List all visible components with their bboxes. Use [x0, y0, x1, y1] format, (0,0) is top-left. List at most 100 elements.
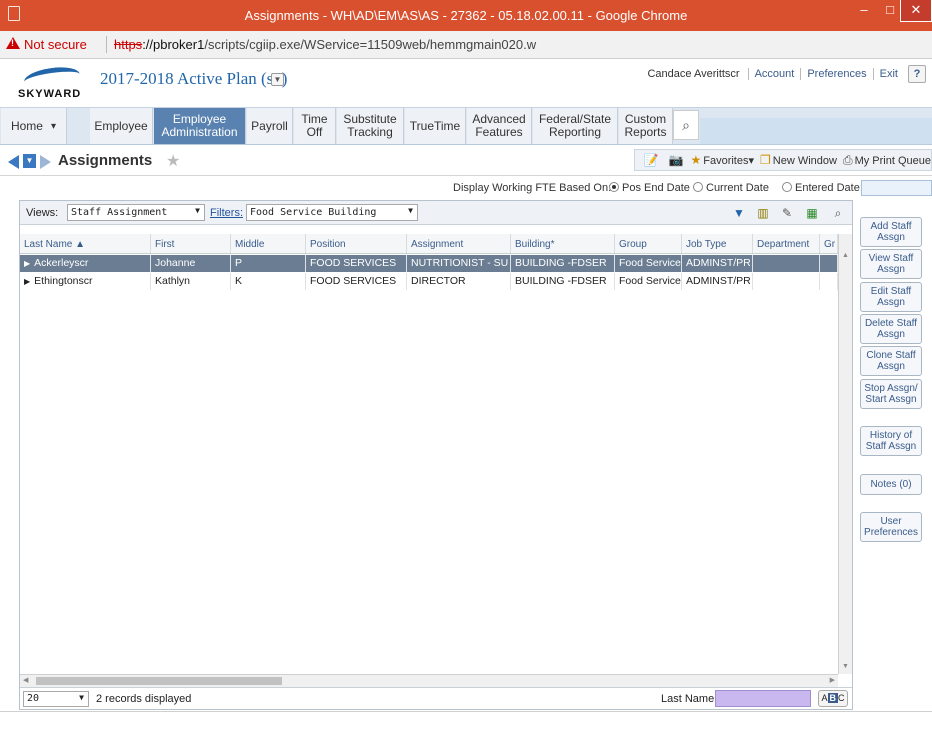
edit-grid-icon[interactable]: ✎ — [779, 205, 795, 221]
views-select[interactable]: Staff Assignment ▼ — [67, 204, 205, 221]
warning-icon[interactable] — [6, 37, 20, 49]
col-building[interactable]: Building* — [511, 234, 615, 253]
nav-home-label: Home — [10, 118, 43, 133]
nav-substitute-tracking[interactable]: Substitute Tracking — [337, 108, 404, 144]
nav-home[interactable]: Home ▾ — [1, 108, 67, 144]
col-assignment[interactable]: Assignment — [407, 234, 511, 253]
notes-edit-icon[interactable]: 📝 — [643, 152, 660, 168]
entered-date-radio[interactable]: Entered Date: — [782, 182, 863, 194]
cell-first: Johanne — [151, 255, 231, 272]
preferences-link[interactable]: Preferences — [800, 68, 872, 80]
col-job-type[interactable]: Job Type — [682, 234, 753, 253]
scroll-right-icon[interactable]: ▶ — [830, 676, 835, 684]
new-window-link[interactable]: ❐ New Window — [760, 153, 837, 167]
page-title: Assignments — [58, 152, 153, 169]
stop-start-assgn-button[interactable]: Stop Assgn/ Start Assgn — [860, 379, 922, 409]
user-preferences-button[interactable]: User Preferences — [860, 512, 922, 542]
account-link[interactable]: Account — [747, 68, 801, 80]
nav-employee-administration[interactable]: Employee Administration — [154, 108, 246, 144]
forward-arrow-icon[interactable] — [40, 155, 51, 169]
expand-row-icon[interactable]: ▶ — [24, 259, 30, 268]
current-date-label: Current Date — [706, 182, 769, 194]
col-first[interactable]: First — [151, 234, 231, 253]
clone-staff-assgn-button[interactable]: Clone Staff Assgn — [860, 346, 922, 376]
minimize-button[interactable]: – — [850, 0, 878, 22]
print-preview-icon[interactable]: ⌕ — [830, 205, 846, 221]
favorites-menu[interactable]: ★ Favorites▾ — [690, 153, 754, 167]
table-row[interactable]: ▶ Ethingtonscr Kathlyn K FOOD SERVICES DI… — [20, 273, 838, 290]
add-staff-assgn-button[interactable]: Add Staff Assgn — [860, 217, 922, 247]
edit-staff-assgn-button[interactable]: Edit Staff Assgn — [860, 282, 922, 312]
history-staff-assgn-button[interactable]: History of Staff Assgn — [860, 426, 922, 456]
nav-payroll[interactable]: Payroll — [247, 108, 293, 144]
exit-link[interactable]: Exit — [872, 68, 904, 80]
notes-button[interactable]: Notes (0) — [860, 474, 922, 495]
col-gr[interactable]: Gr — [820, 234, 838, 253]
nav-employee[interactable]: Employee — [90, 108, 153, 144]
filters-select[interactable]: Food Service Building ▼ — [246, 204, 418, 221]
plan-dropdown-icon[interactable]: ▼ — [271, 73, 284, 86]
horizontal-scroll-thumb[interactable] — [36, 677, 282, 685]
col-last-name[interactable]: Last Name ▲ — [20, 234, 151, 253]
cell-middle: P — [231, 255, 306, 272]
new-window-icon: ❐ — [760, 153, 771, 167]
nav-background — [700, 118, 932, 144]
scroll-left-icon[interactable]: ◀ — [23, 676, 28, 684]
skyward-logo[interactable]: SKYWARD — [18, 64, 88, 104]
excel-export-icon[interactable]: ▦ — [804, 205, 820, 221]
page-toolstrip: 📝 📷 ★ Favorites▾ ❐ New Window ⎙ My Print Qu… — [634, 149, 932, 171]
url-scheme: https — [114, 37, 143, 52]
alpha-search-button[interactable]: ABC — [818, 690, 848, 707]
last-name-search-input[interactable] — [715, 690, 811, 707]
camera-icon[interactable]: 📷 — [668, 152, 685, 168]
horizontal-scrollbar[interactable]: ◀ ▶ — [20, 674, 838, 687]
chart-icon[interactable]: ▥ — [755, 205, 771, 221]
filters-dropdown-icon: ▼ — [408, 206, 413, 215]
url-text[interactable]: https://pbroker1/scripts/cgiip.exe/WServ… — [114, 37, 536, 52]
nav-search-icon[interactable]: ⌕ — [673, 110, 699, 140]
cell-gr — [820, 255, 838, 272]
table-row[interactable]: ▶ Ackerleyscr Johanne P FOOD SERVICES NUT… — [20, 255, 838, 272]
main-nav: Home ▾ Employee Employee Administration … — [0, 107, 932, 145]
print-queue-label: My Print Queue — [854, 154, 931, 167]
print-queue-link[interactable]: ⎙ My Print Queue — [843, 153, 931, 168]
col-middle[interactable]: Middle — [231, 234, 306, 253]
cell-job-type: ADMINST/PR — [682, 273, 753, 290]
col-position[interactable]: Position — [306, 234, 407, 253]
scroll-down-icon[interactable]: ▼ — [842, 663, 849, 670]
nav-federal-state-reporting[interactable]: Federal/State Reporting — [533, 108, 618, 144]
grid-footer: 20 ▼ 2 records displayed Last Name: ABC — [20, 687, 852, 709]
home-dropdown-icon[interactable]: ▾ — [51, 120, 56, 133]
page-size-select[interactable]: 20 ▼ — [23, 691, 89, 707]
views-filters-row: Views: Staff Assignment ▼ Filters: Food S… — [20, 201, 852, 225]
favorite-star-icon[interactable]: ★ — [166, 151, 180, 171]
nav-time-off[interactable]: Time Off — [294, 108, 336, 144]
cell-last-name: ▶ Ethingtonscr — [20, 273, 151, 290]
not-secure-label[interactable]: Not secure — [24, 37, 87, 52]
logo-text: SKYWARD — [18, 88, 82, 100]
pos-end-date-radio[interactable]: Pos End Date — [609, 182, 690, 194]
scroll-up-icon[interactable]: ▲ — [842, 252, 849, 259]
nav-truetime[interactable]: TrueTime — [405, 108, 466, 144]
entered-date-input[interactable] — [861, 180, 932, 196]
close-button[interactable]: ✕ — [900, 0, 932, 22]
filter-funnel-icon[interactable]: ▼ — [731, 205, 747, 221]
nav-advanced-features[interactable]: Advanced Features — [467, 108, 532, 144]
back-arrow-icon[interactable] — [8, 155, 19, 169]
col-group[interactable]: Group — [615, 234, 682, 253]
help-button[interactable]: ? — [908, 65, 926, 83]
vertical-scrollbar[interactable]: ▲ ▼ — [838, 234, 852, 674]
user-name: Candace Averittscr — [647, 68, 740, 80]
delete-staff-assgn-button[interactable]: Delete Staff Assgn — [860, 314, 922, 344]
favorites-dropdown-icon: ▾ — [748, 155, 755, 167]
filters-link[interactable]: Filters: — [210, 207, 243, 219]
page-menu-icon[interactable]: ▼ — [23, 154, 36, 168]
address-bar[interactable]: Not secure https://pbroker1/scripts/cgii… — [0, 31, 932, 59]
col-department[interactable]: Department — [753, 234, 820, 253]
nav-custom-reports[interactable]: Custom Reports — [619, 108, 673, 144]
entered-date-label: Entered Date: — [795, 182, 863, 194]
view-staff-assgn-button[interactable]: View Staff Assgn — [860, 249, 922, 279]
current-date-radio[interactable]: Current Date — [693, 182, 769, 194]
user-bar: Candace Averittscr Account Preferences E… — [639, 64, 926, 84]
expand-row-icon[interactable]: ▶ — [24, 277, 30, 286]
